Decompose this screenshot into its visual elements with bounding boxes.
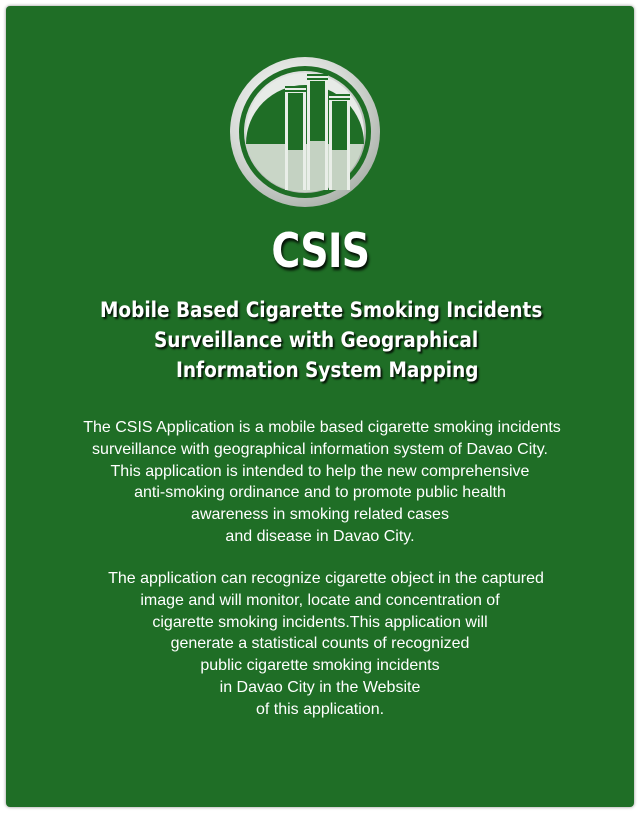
description-line: image and will monitor, locate and conce… xyxy=(140,591,500,609)
description-line: and disease in Davao City. xyxy=(225,527,415,545)
description-line: The application can recognize cigarette … xyxy=(108,570,544,587)
description-paragraph-1: The CSIS Application is a mobile based c… xyxy=(0,417,640,548)
description-line: cigarette smoking incidents.This applica… xyxy=(152,613,488,631)
csis-logo-icon xyxy=(230,57,380,207)
description-paragraph-2: The application can recognize cigarette … xyxy=(0,568,640,721)
description-line: generate a statistical counts of recogni… xyxy=(170,635,470,653)
subtitle-line-1: Mobile Based Cigarette Smoking Incidents xyxy=(100,298,543,322)
app-brand-title: CSIS xyxy=(271,224,370,279)
description-line: of this application. xyxy=(255,700,385,718)
description-line: surveillance with geographical informati… xyxy=(92,440,548,458)
subtitle-line-2: Surveillance with Geographical xyxy=(154,328,479,352)
description-line: in Davao City in the Website xyxy=(219,678,421,696)
subtitle-line-3: Information System Mapping xyxy=(176,358,479,382)
description-line: The CSIS Application is a mobile based c… xyxy=(83,419,561,436)
description-line: awareness in smoking related cases xyxy=(191,506,449,524)
description-line: anti-smoking ordinance and to promote pu… xyxy=(134,484,506,502)
description-line: This application is intended to help the… xyxy=(110,462,530,480)
description-line: public cigarette smoking incidents xyxy=(200,657,440,675)
